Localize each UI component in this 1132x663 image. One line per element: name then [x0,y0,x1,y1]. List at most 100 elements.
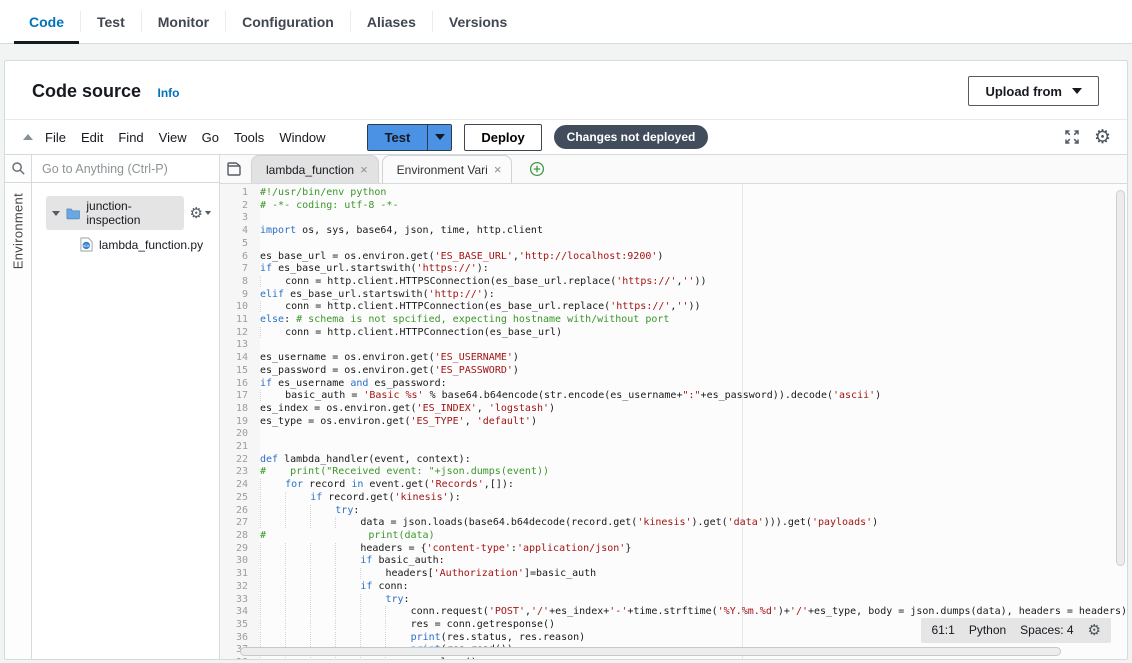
tab-code-label: Code [29,14,64,30]
line-number: 23 [220,466,260,479]
code-text: es_type = os.environ.get('ES_TYPE', 'def… [260,416,537,429]
search-icon[interactable] [11,161,26,176]
code-line: 22def lambda_handler(event, context): [220,454,1127,467]
tab-list-icon[interactable] [227,162,241,176]
tab-versions[interactable]: Versions [434,0,522,43]
code-line: 13 [220,339,1127,352]
test-button[interactable]: Test [368,125,428,150]
line-number: 34 [220,606,260,619]
folder-junction-inspection[interactable]: junction-inspection [46,196,184,230]
environment-panel-tab[interactable]: Environment [11,193,26,269]
code-text: try: [260,505,359,518]
menu-tools[interactable]: Tools [234,130,264,145]
tab-configuration-label: Configuration [242,14,334,30]
page-title: Code source [32,81,141,101]
editor-tabstrip: lambda_function × Environment Vari × [220,155,1127,184]
code-line: 25 if record.get('kinesis'): [220,492,1127,505]
code-text: es_username = os.environ.get('ES_USERNAM… [260,352,519,365]
upload-from-button[interactable]: Upload from [968,76,1099,106]
code-line: 14es_username = os.environ.get('ES_USERN… [220,352,1127,365]
code-text: else: # schema is not spcified, expectin… [260,314,669,327]
tab-test[interactable]: Test [82,0,140,43]
menu-go[interactable]: Go [202,130,219,145]
status-settings-gear-icon[interactable]: ⚙ [1088,623,1101,638]
code-line: 32 if conn: [220,581,1127,594]
code-text: data = json.loads(base64.b64decode(recor… [260,517,878,530]
go-to-anything-input[interactable] [32,155,219,182]
vertical-scrollbar[interactable] [1116,190,1125,566]
code-text: es_base_url = os.environ.get('ES_BASE_UR… [260,251,663,264]
indent-setting[interactable]: Spaces: 4 [1020,624,1073,637]
editor-settings-gear-icon[interactable]: ⚙ [1094,128,1111,147]
tab-versions-label: Versions [449,14,507,30]
language-mode[interactable]: Python [969,624,1006,637]
code-text: import os, sys, base64, json, time, http… [260,225,543,238]
code-text: # print("Received event: "+json.dumps(ev… [260,466,549,479]
line-number: 31 [220,568,260,581]
menu-view[interactable]: View [159,130,187,145]
panel-header: Code source Info Upload from [5,61,1127,119]
code-line: 24 for record in event.get('Records',[])… [220,479,1127,492]
file-tree: junction-inspection ⚙ <> lambda_function… [32,183,219,252]
test-dropdown-button[interactable] [427,125,451,150]
code-line: 15es_password = os.environ.get('ES_PASSW… [220,365,1127,378]
editor-column: lambda_function × Environment Vari × [220,155,1127,659]
line-number: 9 [220,289,260,302]
menu-edit[interactable]: Edit [81,130,103,145]
tab-code[interactable]: Code [14,0,79,43]
line-number: 27 [220,517,260,530]
tab-monitor-label: Monitor [158,14,209,30]
code-text: conn = http.client.HTTPConnection(es_bas… [260,301,701,314]
code-line: 19es_type = os.environ.get('ES_TYPE', 'd… [220,416,1127,429]
line-number: 5 [220,238,260,251]
new-tab-button[interactable] [529,161,545,177]
horizontal-scrollbar[interactable] [240,647,1061,656]
code-text: es_index = os.environ.get('ES_INDEX', 'l… [260,403,555,416]
gear-icon: ⚙ [190,206,203,221]
editor-toolbar: File Edit Find View Go Tools Window Test… [5,119,1127,155]
tab-divider [80,11,81,32]
code-line: 31 headers['Authorization']=basic_auth [220,568,1127,581]
close-icon[interactable]: × [494,163,502,176]
tree-file-row[interactable]: <> lambda_function.py [80,237,211,252]
cursor-position: 61:1 [931,624,954,637]
line-number: 36 [220,632,260,645]
info-link[interactable]: Info [157,86,179,100]
code-text: if record.get('kinesis'): [260,492,461,505]
collapse-editor-icon[interactable] [23,134,33,140]
menu-find[interactable]: Find [118,130,143,145]
code-editor[interactable]: 1#!/usr/bin/env python2# -*- coding: utf… [220,184,1127,659]
tab-test-label: Test [97,14,125,30]
line-number: 15 [220,365,260,378]
tab-configuration[interactable]: Configuration [227,0,349,43]
line-number: 33 [220,594,260,607]
line-number: 28 [220,530,260,543]
code-line: 28# print(data) [220,530,1127,543]
line-number: 3 [220,212,260,225]
line-number: 20 [220,428,260,441]
code-line: 10 conn = http.client.HTTPConnection(es_… [220,301,1127,314]
editor-tab-environment-variables[interactable]: Environment Vari × [382,155,513,183]
chevron-down-icon [1072,88,1082,94]
code-text: for record in event.get('Records',[]): [260,479,514,492]
editor-tab-label: Environment Vari [397,163,488,177]
file-tree-panel: junction-inspection ⚙ <> lambda_function… [32,155,220,659]
fullscreen-icon[interactable] [1064,129,1080,145]
line-number: 2 [220,200,260,213]
line-number: 21 [220,441,260,454]
folder-settings-button[interactable]: ⚙ [190,206,211,221]
code-text: conn = http.client.HTTPSConnection(es_ba… [260,276,707,289]
deploy-button[interactable]: Deploy [464,124,541,151]
menu-window[interactable]: Window [279,130,325,145]
tab-aliases[interactable]: Aliases [352,0,431,43]
code-line: 11else: # schema is not spcified, expect… [220,314,1127,327]
code-line: 9elif es_base_url.startswith('http://'): [220,289,1127,302]
tab-monitor[interactable]: Monitor [143,0,224,43]
editor-tab-lambda-function[interactable]: lambda_function × [251,155,379,183]
code-text: headers['Authorization']=basic_auth [260,568,596,581]
code-text: def lambda_handler(event, context): [260,454,471,467]
code-line: 34 conn.request('POST','/'+es_index+'-'+… [220,606,1127,619]
line-number: 19 [220,416,260,429]
close-icon[interactable]: × [360,163,368,176]
menu-file[interactable]: File [45,130,66,145]
